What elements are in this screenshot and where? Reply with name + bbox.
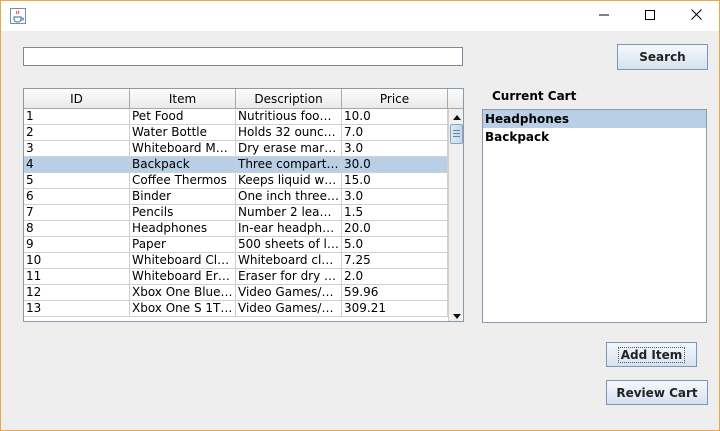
cell-id: 12	[24, 285, 130, 300]
cell-id: 9	[24, 237, 130, 252]
cart-list-item[interactable]: Headphones	[483, 110, 706, 128]
cell-id: 11	[24, 269, 130, 284]
table-row[interactable]: 5 Coffee Thermos Keeps liquid war... 15.0	[24, 173, 448, 189]
cell-description: Whiteboard clea...	[238, 253, 342, 268]
table-row[interactable]: 13 Xbox One S 1TB ... Video Games/Xb... 309…	[24, 301, 448, 317]
add-item-button[interactable]: Add Item	[606, 342, 697, 367]
table-row[interactable]: 8 Headphones In-ear headphon... 20.0	[24, 221, 448, 237]
cell-item: Water Bottle	[130, 125, 236, 140]
cell-id: 2	[24, 125, 130, 140]
cell-item: Whiteboard Clea...	[132, 253, 236, 268]
cell-item: Pet Food	[130, 109, 236, 124]
cell-id: 7	[24, 205, 130, 220]
cell-description: Holds 32 ounces...	[238, 125, 342, 140]
review-cart-button[interactable]: Review Cart	[606, 380, 708, 405]
cell-price: 59.96	[342, 285, 448, 300]
minimize-button[interactable]	[581, 1, 627, 31]
review-cart-label: Review Cart	[616, 385, 698, 400]
cell-description: Eraser for dry era...	[238, 269, 342, 284]
column-header-price[interactable]: Price	[342, 89, 448, 109]
cell-description: Number 2 lead p...	[238, 205, 342, 220]
cell-price: 7.0	[342, 125, 448, 140]
close-icon	[690, 9, 702, 23]
column-header-description[interactable]: Description	[236, 89, 342, 109]
cell-description: Dry erase markers	[238, 141, 342, 156]
scroll-up-button[interactable]	[449, 109, 463, 123]
cell-id: 5	[24, 173, 130, 188]
cell-id: 1	[24, 109, 130, 124]
table-row[interactable]: 1Pet FoodNutritious food fo...10.0	[24, 109, 448, 125]
cell-price: 7.25	[342, 253, 448, 268]
table-row[interactable]: 7 Pencils Number 2 lead p... 1.5	[24, 205, 448, 221]
cell-item: Binder	[130, 189, 236, 204]
cell-price: 3.0	[342, 189, 448, 204]
table-row[interactable]: 9 Paper 500 sheets of lo... 5.0	[24, 237, 448, 253]
table-body: 1Pet FoodNutritious food fo...10.02Water…	[24, 109, 448, 317]
cell-description: One inch three ri...	[238, 189, 342, 204]
table-row[interactable]: 2 Water Bottle Holds 32 ounces... 7.0	[24, 125, 448, 141]
cell-description: 500 sheets of lo...	[238, 237, 342, 252]
table-row[interactable]: 12 Xbox One Blueto... Video Games/Vi... 59.…	[24, 285, 448, 301]
cell-id: 6	[24, 189, 130, 204]
cell-item: Xbox One S 1TB ...	[132, 301, 236, 316]
table-header-corner	[448, 89, 463, 109]
table-row[interactable]: 11Whiteboard EraserEraser for dry era...…	[24, 269, 448, 285]
search-button[interactable]: Search	[617, 44, 708, 70]
cell-price: 20.0	[342, 221, 448, 236]
cell-price: 5.0	[342, 237, 448, 252]
cell-price: 309.21	[342, 301, 448, 316]
cell-item: Paper	[130, 237, 236, 252]
column-header-item[interactable]: Item	[130, 89, 236, 109]
cell-id: 13	[24, 301, 130, 316]
table-row[interactable]: 3 Whiteboard Mark... Dry erase markers 3.0	[24, 141, 448, 157]
table-row[interactable]: 4 Backpack Three compartm... 30.0	[24, 157, 448, 173]
cell-id: 8	[24, 221, 130, 236]
cart-list[interactable]: Headphones Backpack	[482, 109, 707, 323]
cell-description: Three compartm...	[238, 157, 342, 172]
cell-description: In-ear headphon...	[238, 221, 342, 236]
cell-item: Coffee Thermos	[130, 173, 236, 188]
items-table[interactable]: ID Item Description Price 1 Pet Food Nutri…	[23, 88, 464, 322]
cell-price: 1.5	[342, 205, 448, 220]
cart-label: Current Cart	[492, 89, 577, 103]
cell-item: Backpack	[130, 157, 236, 172]
cell-id: 4	[24, 157, 130, 172]
cell-description: Video Games/Xb...	[238, 301, 342, 316]
cell-item: Whiteboard Mark...	[132, 141, 236, 156]
maximize-icon	[645, 9, 655, 23]
scroll-thumb[interactable]	[450, 124, 463, 144]
cell-price: 15.0	[342, 173, 448, 188]
java-cup-icon	[10, 8, 26, 24]
cell-item: Headphones	[130, 221, 236, 236]
title-bar	[1, 1, 719, 31]
minimize-icon	[599, 9, 609, 23]
cell-price: 30.0	[342, 157, 448, 172]
cell-item: Xbox One Blueto...	[132, 285, 236, 300]
column-header-id[interactable]: ID	[24, 89, 130, 109]
table-scrollbar[interactable]	[448, 109, 463, 321]
search-input[interactable]	[23, 47, 463, 66]
maximize-button[interactable]	[627, 1, 673, 31]
arrow-up-icon	[452, 109, 461, 123]
cell-price: 10.0	[342, 109, 448, 124]
cell-price: 2.0	[342, 269, 448, 284]
table-header: ID Item Description Price	[24, 89, 448, 109]
arrow-down-icon	[452, 308, 461, 321]
add-item-label: Add Item	[617, 346, 686, 363]
cell-id: 10	[24, 253, 130, 268]
cell-description: Video Games/Vi...	[238, 285, 342, 300]
cell-id: 3	[24, 141, 130, 156]
app-window: Search ID Item Description Price 1 Pet Fo…	[0, 0, 720, 431]
cell-description: Nutritious food fo...	[238, 109, 342, 124]
cell-price: 3.0	[342, 141, 448, 156]
table-row[interactable]: 10 Whiteboard Clea... Whiteboard clea... 7.…	[24, 253, 448, 269]
scroll-down-button[interactable]	[449, 308, 463, 321]
cell-item: Whiteboard Eraser	[132, 269, 236, 284]
cell-description: Keeps liquid war...	[238, 173, 342, 188]
table-row[interactable]: 6 Binder One inch three ri... 3.0	[24, 189, 448, 205]
cell-item: Pencils	[130, 205, 236, 220]
cart-list-item[interactable]: Backpack	[483, 128, 706, 146]
search-button-label: Search	[639, 50, 686, 64]
close-button[interactable]	[673, 1, 719, 31]
